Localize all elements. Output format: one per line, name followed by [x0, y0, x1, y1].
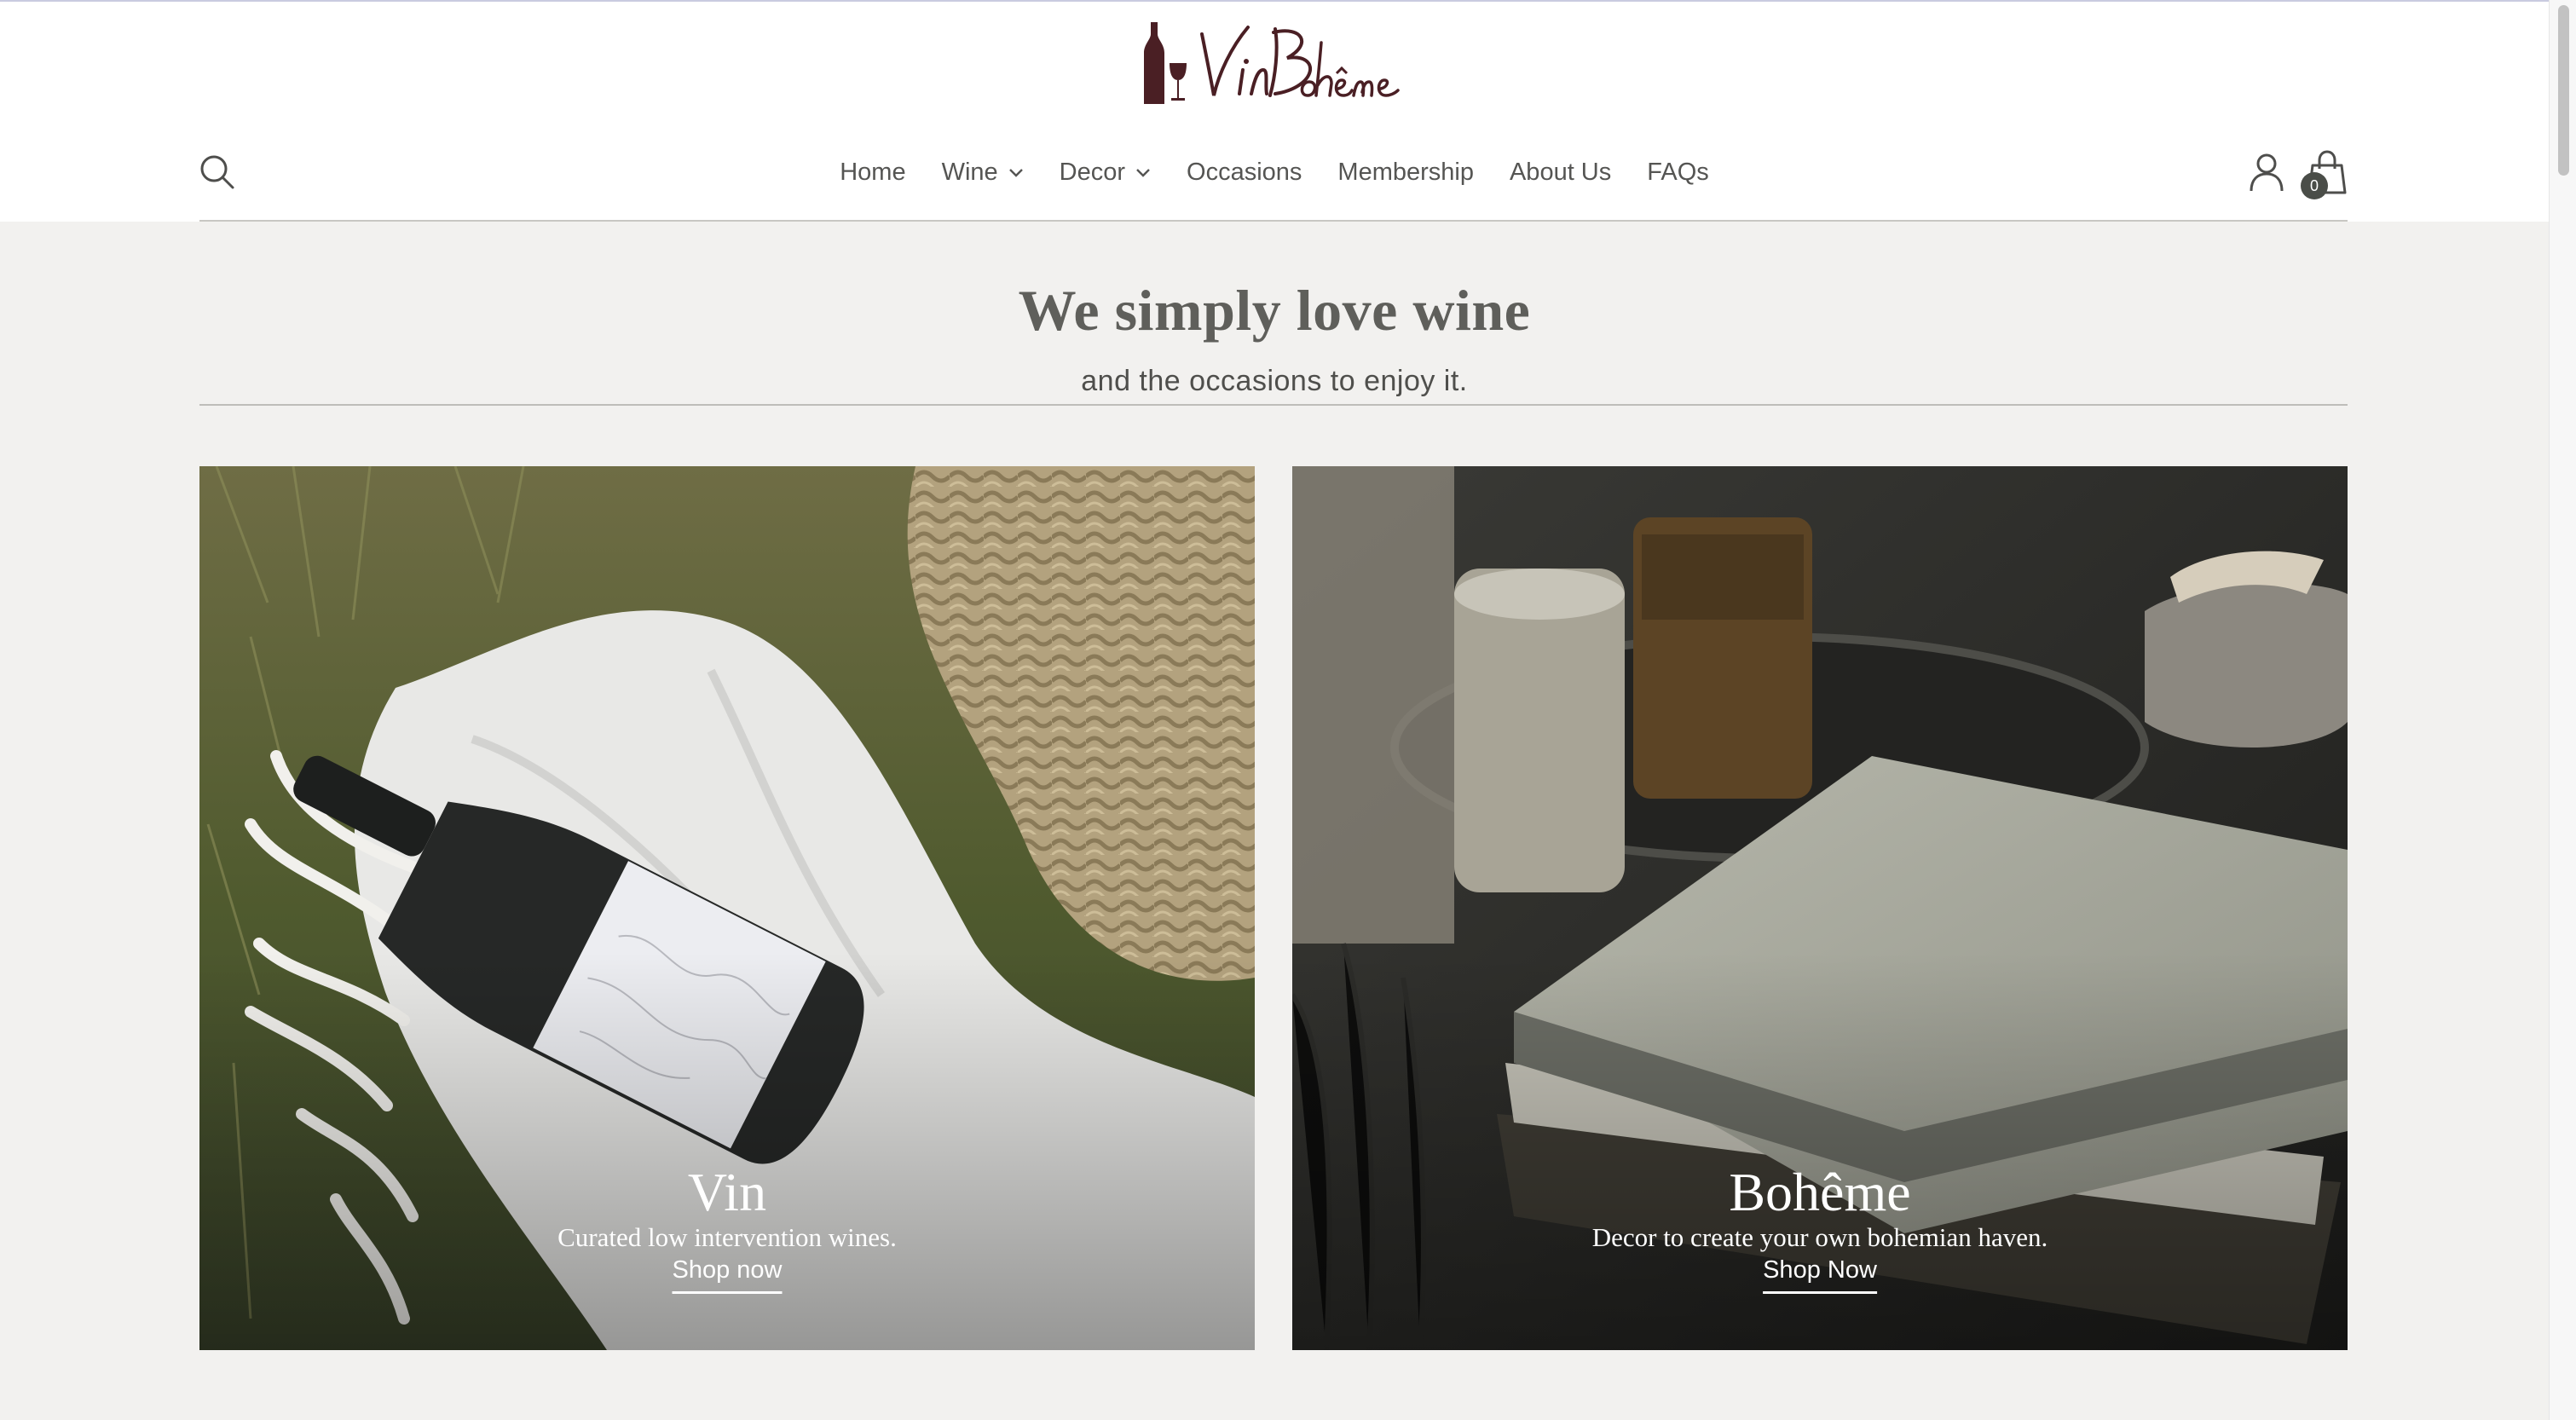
cart-count-badge: 0 [2301, 172, 2328, 199]
shop-now-link[interactable]: Shop Now [1763, 1256, 1877, 1294]
nav-item-about-us[interactable]: About Us [1510, 159, 1611, 187]
card-subtitle: Decor to create your own bohemian haven. [1591, 1222, 2048, 1252]
page-title: We simply love wine [1018, 278, 1531, 343]
nav-item-membership[interactable]: Membership [1337, 159, 1474, 187]
promo-card-boheme[interactable]: Bohême Decor to create your own bohemian… [1292, 466, 2348, 1350]
page-scrollbar[interactable] [2549, 0, 2576, 1420]
nav-item-decor[interactable]: Decor [1060, 159, 1151, 187]
nav-item-label: Membership [1337, 158, 1474, 186]
site-header: Home Wine Decor Occasions Membership Abo… [0, 2, 2549, 222]
nav-item-label: Decor [1059, 158, 1126, 186]
header-divider [199, 220, 2348, 222]
user-icon[interactable] [2248, 152, 2285, 193]
scrollbar-thumb[interactable] [2558, 5, 2569, 176]
nav-item-label: FAQs [1647, 158, 1709, 186]
main-navigation: Home Wine Decor Occasions Membership Abo… [0, 152, 2549, 193]
nav-item-occasions[interactable]: Occasions [1187, 159, 1302, 187]
nav-item-label: About Us [1509, 158, 1612, 186]
nav-item-wine[interactable]: Wine [942, 159, 1024, 187]
nav-item-label: Home [840, 158, 906, 186]
card-title: Bohême [1729, 1162, 1911, 1222]
vinboheme-logo[interactable] [1139, 17, 1410, 109]
nav-item-label: Occasions [1187, 158, 1302, 186]
section-divider [199, 404, 2348, 406]
nav-item-faqs[interactable]: FAQs [1647, 159, 1709, 187]
promo-card-vin[interactable]: Vin Curated low intervention wines. Shop… [199, 466, 1255, 1350]
nav-item-label: Wine [941, 158, 998, 186]
chevron-down-icon [1008, 169, 1023, 177]
chevron-down-icon [1136, 169, 1150, 177]
shop-now-link[interactable]: Shop now [672, 1256, 783, 1294]
card-subtitle: Curated low intervention wines. [557, 1222, 897, 1252]
page-subtitle: and the occasions to enjoy it. [1081, 365, 1468, 397]
nav-item-home[interactable]: Home [840, 159, 905, 187]
card-title: Vin [687, 1162, 767, 1222]
